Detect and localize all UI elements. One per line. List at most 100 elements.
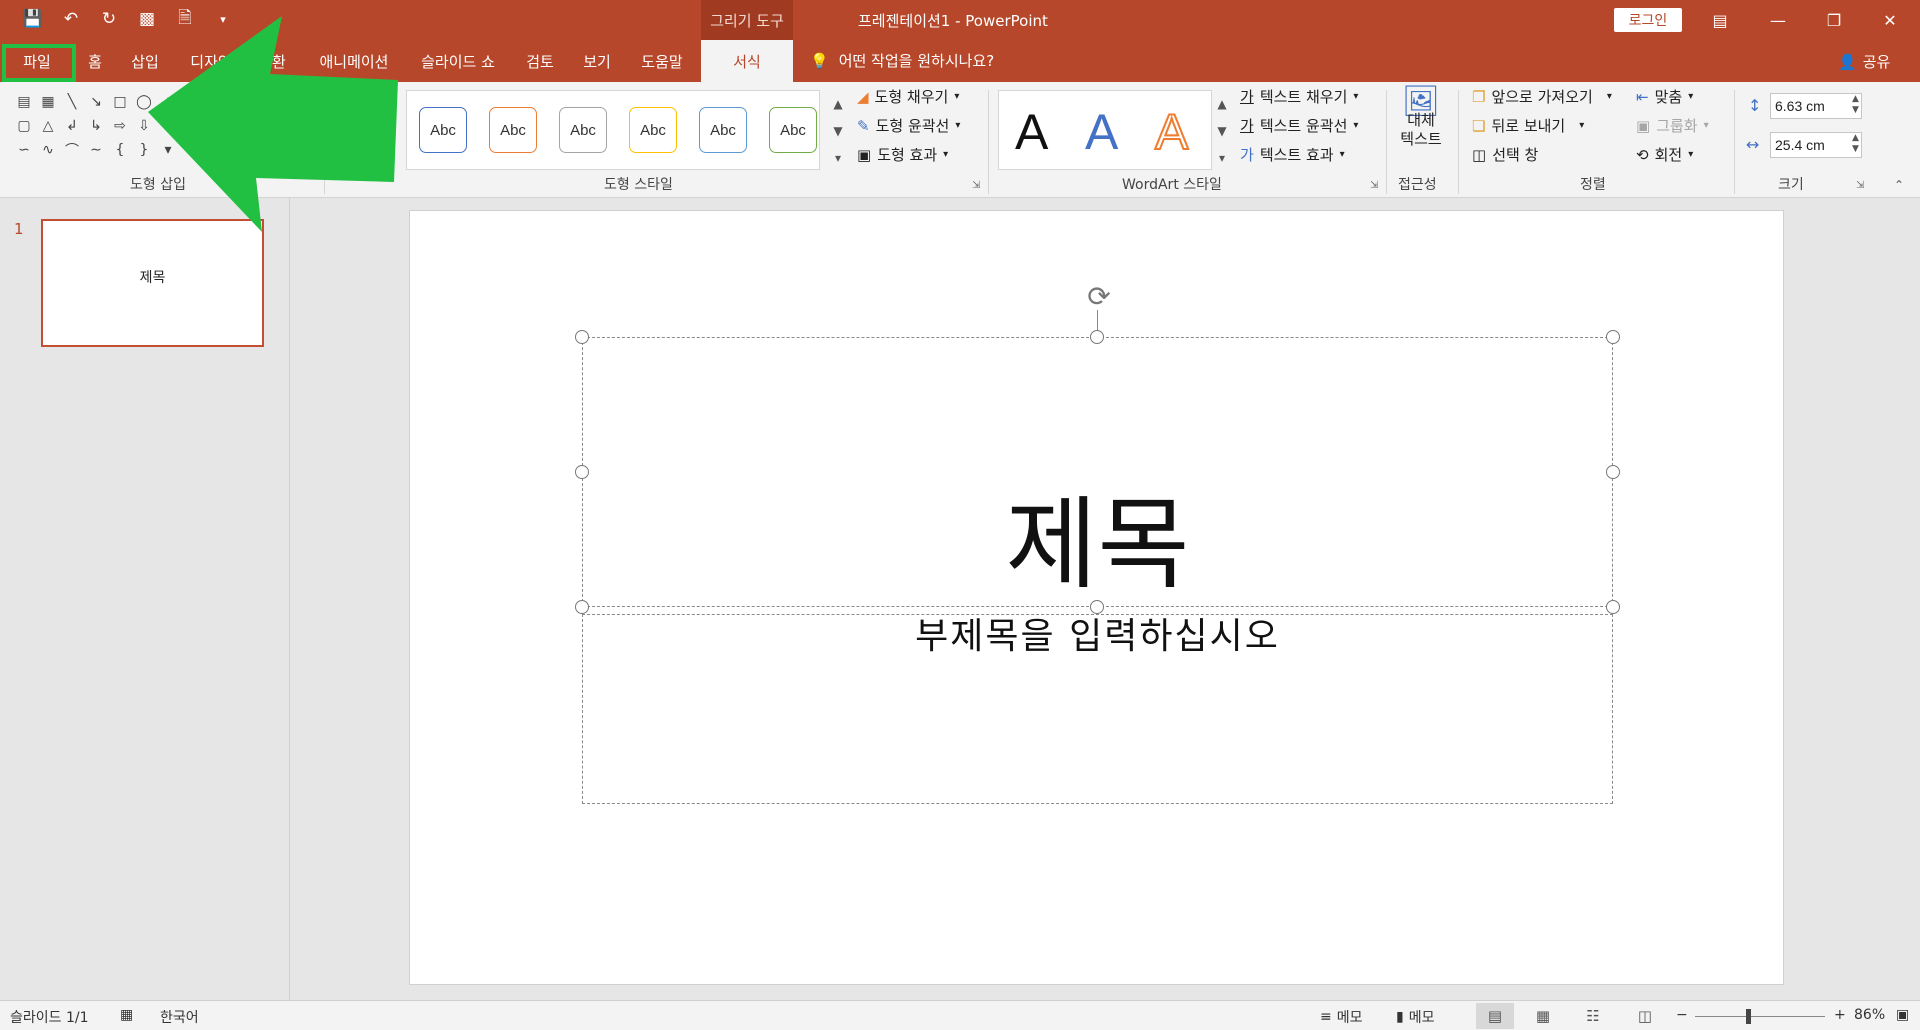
tab-transitions[interactable]: 전환 (252, 40, 292, 82)
resize-handle[interactable] (1606, 600, 1620, 614)
resize-handle[interactable] (1606, 330, 1620, 344)
slide-sorter-icon[interactable]: ▦ (1524, 1003, 1562, 1029)
style-sample-green[interactable]: Abc (769, 107, 817, 153)
resize-handle[interactable] (575, 600, 589, 614)
tab-view[interactable]: 보기 (577, 40, 617, 82)
tab-animations[interactable]: 애니메이션 (312, 40, 396, 82)
alt-text-button[interactable]: 🖼 대체 텍스트 (1396, 87, 1446, 149)
rounded-rect-icon[interactable]: ▢ (12, 114, 36, 138)
login-button[interactable]: 로그인 (1614, 8, 1682, 32)
style-sample-gold[interactable]: Abc (629, 107, 677, 153)
connector-icon[interactable]: ↲ (60, 114, 84, 138)
tab-help[interactable]: 도움말 (632, 40, 692, 82)
tab-slideshow[interactable]: 슬라이드 쇼 (413, 40, 503, 82)
collapse-ribbon-icon[interactable]: ⌃ (1894, 178, 1904, 192)
shape-fill-button[interactable]: ◢ 도형 채우기 ▾ (857, 86, 959, 107)
dialog-launcher-icon[interactable]: ⇲ (972, 180, 980, 191)
text-fill-button[interactable]: 가 텍스트 채우기 ▾ (1240, 86, 1358, 107)
align-button[interactable]: ⇤ 맞춤 ▾ (1636, 86, 1693, 107)
present-icon[interactable]: ▩ (136, 8, 158, 30)
shape-effects-button[interactable]: ▣ 도형 효과 ▾ (857, 144, 948, 165)
tab-design[interactable]: 디자인 (185, 40, 237, 82)
slide-thumbnail[interactable]: 제목 (41, 219, 264, 347)
tab-format[interactable]: 서식 (701, 40, 793, 82)
tell-me-search[interactable]: 💡 어떤 작업을 원하시나요? (810, 50, 994, 71)
ribbon-display-icon[interactable]: ▤ (1692, 0, 1748, 40)
rotate-button[interactable]: ⟲ 회전 ▾ (1636, 144, 1693, 165)
send-backward-button[interactable]: ❏ 뒤로 보내기 ▾ (1472, 115, 1584, 136)
resize-handle[interactable] (1606, 465, 1620, 479)
undo-icon[interactable]: ↶ (60, 8, 82, 30)
normal-view-icon[interactable]: ▤ (1476, 1003, 1514, 1029)
arc-icon[interactable]: ⌒ (60, 138, 84, 162)
notes-button[interactable]: ≡ 메모 (1320, 1007, 1363, 1027)
width-input[interactable]: 25.4 cm (1770, 132, 1862, 158)
wordart-black[interactable]: A (1015, 103, 1048, 161)
left-brace-icon[interactable]: { (108, 138, 132, 162)
resize-handle[interactable] (575, 330, 589, 344)
rectangle-icon[interactable]: □ (108, 90, 132, 114)
gallery-more-icon[interactable]: ▾ (1212, 144, 1232, 171)
right-arrow-icon[interactable]: ⇨ (108, 114, 132, 138)
scribble-icon[interactable]: ∿ (36, 138, 60, 162)
vertical-textbox-icon[interactable]: ▦ (36, 90, 60, 114)
new-file-icon[interactable]: 🗎 (174, 8, 196, 30)
resize-handle[interactable] (1090, 330, 1104, 344)
style-sample-lightblue[interactable]: Abc (699, 107, 747, 153)
comments-button[interactable]: ▮ 메모 (1396, 1007, 1434, 1027)
zoom-slider-thumb[interactable] (1746, 1009, 1751, 1024)
textbox-icon[interactable]: ▤ (12, 90, 36, 114)
elbow-arrow-icon[interactable]: ↳ (84, 114, 108, 138)
slideshow-icon[interactable]: ◫ (1626, 1003, 1664, 1029)
language-indicator[interactable]: 한국어 (160, 1007, 199, 1027)
chevron-up-icon[interactable]: ▲ (828, 90, 848, 117)
resize-handle[interactable] (1090, 600, 1104, 614)
chevron-down-icon[interactable]: ▼ (828, 117, 848, 144)
resize-handle[interactable] (575, 465, 589, 479)
fit-to-window-icon[interactable]: ▣ (1896, 1007, 1909, 1023)
save-icon[interactable]: 💾 (22, 8, 44, 30)
dialog-launcher-icon[interactable]: ⇲ (1370, 180, 1378, 191)
shape-outline-button[interactable]: ✎ 도형 윤곽선 ▾ (857, 115, 960, 136)
redo-icon[interactable]: ↻ (98, 8, 120, 30)
slide-subtitle[interactable]: 부제목을 입력하십시오 (582, 612, 1613, 662)
spellcheck-icon[interactable]: ▦ (120, 1007, 133, 1023)
down-arrow-icon[interactable]: ⇩ (132, 114, 156, 138)
triangle-icon[interactable]: △ (36, 114, 60, 138)
minimize-icon[interactable]: — (1750, 0, 1806, 40)
style-sample-orange[interactable]: Abc (489, 107, 537, 153)
dialog-launcher-icon[interactable]: ⇲ (1856, 180, 1864, 191)
close-icon[interactable]: ✕ (1862, 0, 1918, 40)
zoom-in-icon[interactable]: + (1834, 1007, 1846, 1023)
right-brace-icon[interactable]: } (132, 138, 156, 162)
text-effects-button[interactable]: 가 텍스트 효과 ▾ (1240, 144, 1345, 165)
customize-icon[interactable]: ▾ (212, 8, 234, 30)
restore-icon[interactable]: ❐ (1806, 0, 1862, 40)
group-button[interactable]: ▣ 그룹화 ▾ (1636, 115, 1709, 136)
tab-home[interactable]: 홈 (80, 40, 110, 82)
wordart-blue[interactable]: A (1085, 103, 1118, 161)
star-icon[interactable]: ☆ (156, 114, 180, 138)
share-button[interactable]: 👤 공유 (1838, 51, 1890, 72)
tab-insert[interactable]: 삽입 (125, 40, 165, 82)
slide-title[interactable]: 제목 (582, 490, 1613, 600)
selection-pane-button[interactable]: ◫ 선택 창 (1472, 144, 1538, 165)
height-input[interactable]: 6.63 cm (1770, 93, 1862, 119)
zoom-slider[interactable] (1695, 1016, 1825, 1017)
reading-view-icon[interactable]: ☷ (1574, 1003, 1612, 1029)
width-spinner-icon[interactable]: ▲ ▼ (1852, 133, 1859, 155)
bring-forward-button[interactable]: ❐ 앞으로 가져오기 ▾ (1472, 86, 1612, 107)
gallery-expand-icon[interactable]: ▾ (156, 138, 180, 162)
rotate-handle-icon[interactable]: ⟳ (1083, 280, 1115, 313)
curve-icon[interactable]: ∼ (84, 138, 108, 162)
height-spinner-icon[interactable]: ▲ ▼ (1852, 94, 1859, 116)
style-sample-blue[interactable]: Abc (419, 107, 467, 153)
line-icon[interactable]: ╲ (60, 90, 84, 114)
zoom-level[interactable]: 86% (1854, 1007, 1885, 1023)
tab-review[interactable]: 검토 (520, 40, 560, 82)
freeform-icon[interactable]: ∽ (12, 138, 36, 162)
chevron-down-icon[interactable]: ▼ (1212, 117, 1232, 144)
oval-icon[interactable]: ◯ (132, 90, 156, 114)
arrow-line-icon[interactable]: ↘ (84, 90, 108, 114)
more-shapes-icon[interactable]: △ (156, 90, 180, 114)
